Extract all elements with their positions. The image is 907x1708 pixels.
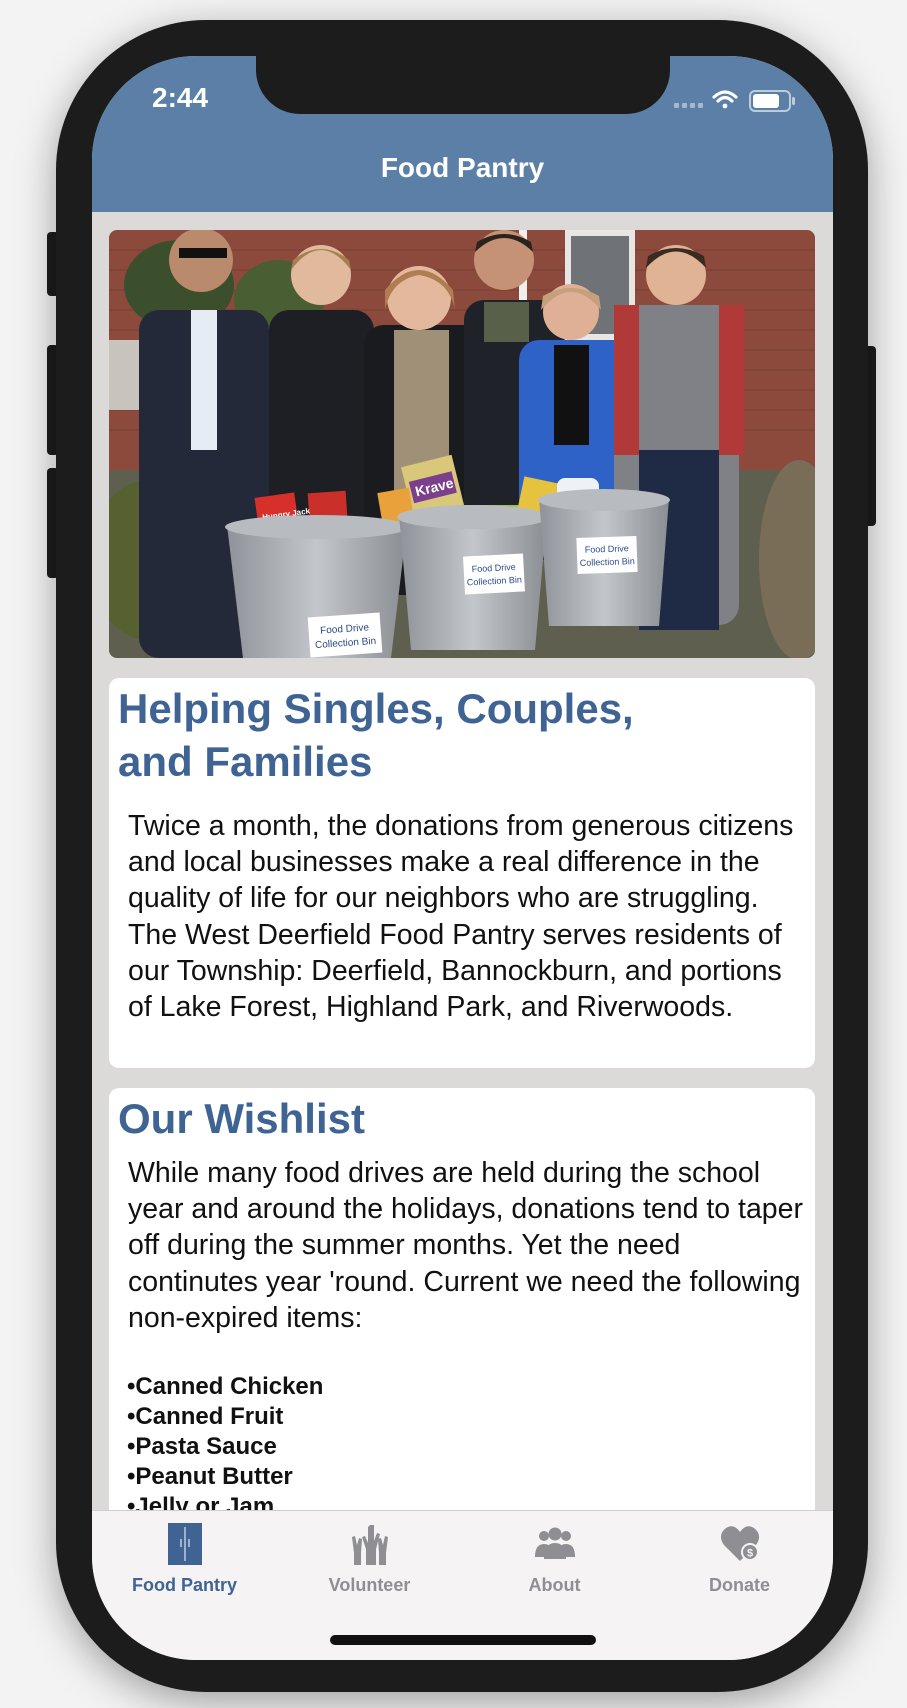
wishlist-items: •Canned Chicken •Canned Fruit •Pasta Sau… xyxy=(109,1336,815,1522)
battery-icon xyxy=(749,90,795,112)
tab-label: Volunteer xyxy=(328,1575,411,1595)
bin-label-line2: Collection Bin xyxy=(580,556,635,568)
helping-title-line2: and Families xyxy=(118,738,373,785)
scroll-content[interactable]: Hungry Jack Krave Food Drive Collection … xyxy=(92,212,833,1566)
list-item: •Pasta Sauce xyxy=(127,1433,277,1461)
pantry-door-icon xyxy=(168,1523,202,1565)
status-time: 2:44 xyxy=(152,82,209,113)
tab-volunteer[interactable]: Volunteer xyxy=(277,1511,462,1611)
home-indicator[interactable] xyxy=(330,1635,596,1645)
page-title: Food Pantry xyxy=(380,152,545,183)
helping-card: Helping Singles, Couples, and Families T… xyxy=(109,678,815,1068)
bin-label-line1: Food Drive xyxy=(585,543,629,555)
cellular-signal-icon xyxy=(674,103,703,108)
svg-text:$: $ xyxy=(747,1548,753,1560)
navigation-header: 2:44 Food Pantry xyxy=(92,56,833,212)
tab-donate[interactable]: $ Donate xyxy=(647,1511,832,1611)
people-group-icon xyxy=(535,1527,575,1559)
hero-photo: Hungry Jack Krave Food Drive Collection … xyxy=(109,230,815,658)
wishlist-title: Our Wishlist xyxy=(118,1095,365,1142)
device-notch xyxy=(256,56,670,114)
app-screen: 2:44 Food Pantry Hungry Jack Krave Food … xyxy=(92,56,833,1660)
list-item: •Canned Fruit xyxy=(127,1403,284,1431)
heart-dollar-icon: $ xyxy=(720,1526,760,1561)
tab-label: About xyxy=(528,1575,581,1595)
raised-hands-icon xyxy=(352,1525,388,1565)
wishlist-body: While many food drives are held during t… xyxy=(128,1157,803,1334)
list-item: •Peanut Butter xyxy=(127,1463,293,1491)
status-bar-icons xyxy=(674,90,795,112)
list-item: •Canned Chicken xyxy=(127,1373,324,1401)
wishlist-card: Our Wishlist While many food drives are … xyxy=(109,1088,815,1566)
helping-title-line1: Helping Singles, Couples, xyxy=(118,685,634,732)
tab-label: Food Pantry xyxy=(131,1575,237,1595)
helping-title: Helping Singles, Couples, and Families xyxy=(109,678,815,788)
wifi-icon xyxy=(712,90,738,109)
tab-food-pantry[interactable]: Food Pantry xyxy=(92,1511,277,1611)
tab-about[interactable]: About xyxy=(462,1511,647,1611)
tab-label: Donate xyxy=(708,1575,770,1595)
helping-body: Twice a month, the donations from genero… xyxy=(128,810,794,1024)
